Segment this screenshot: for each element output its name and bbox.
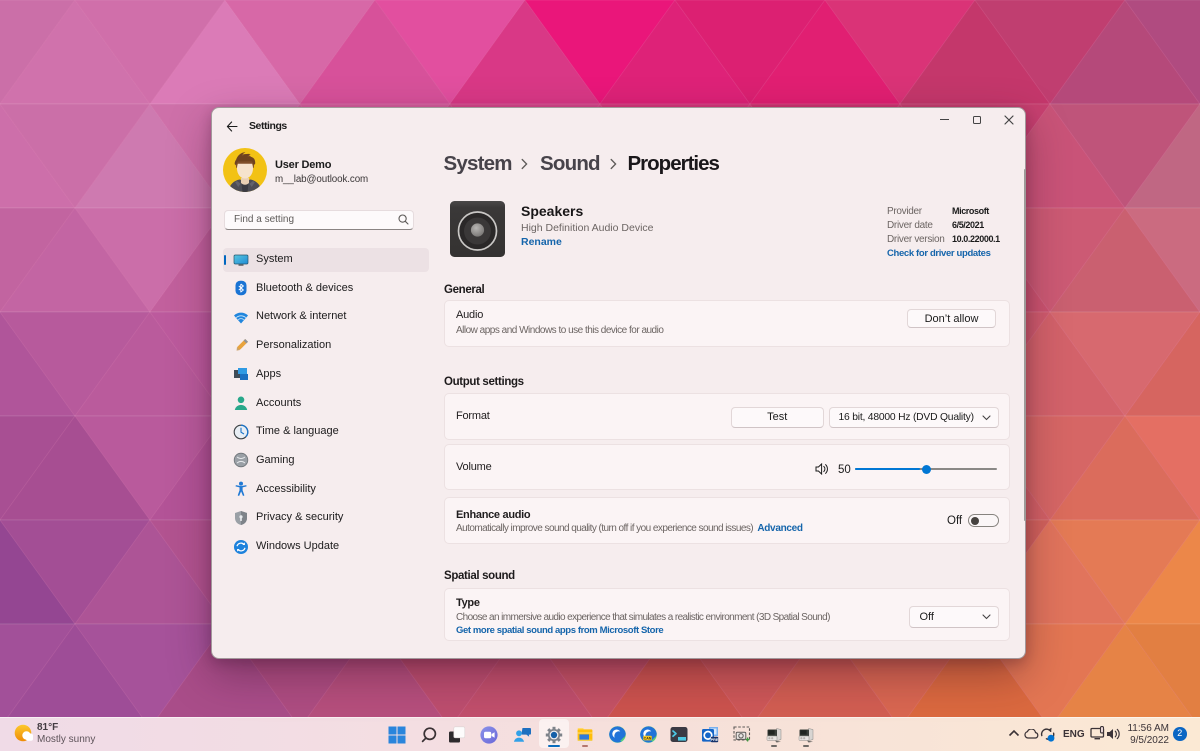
svg-text:CAN: CAN xyxy=(644,736,652,740)
svg-text:PRE: PRE xyxy=(710,738,718,742)
